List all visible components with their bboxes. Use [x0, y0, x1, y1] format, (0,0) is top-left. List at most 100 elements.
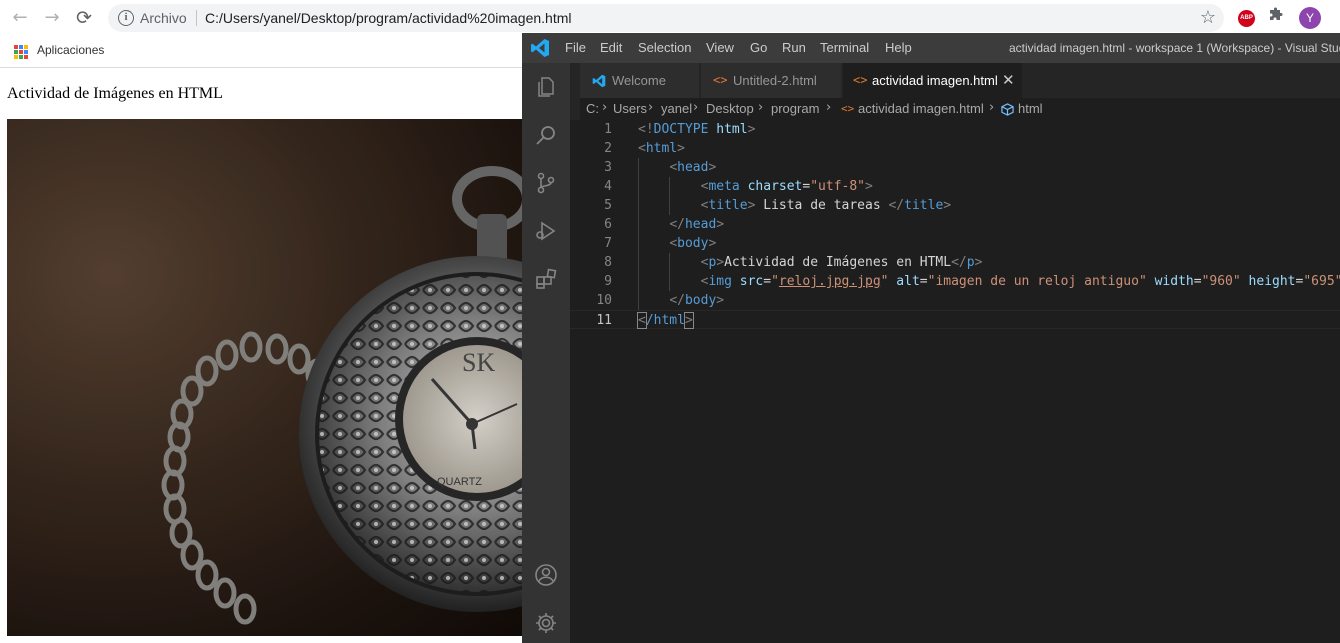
- editor-tabs: Welcome <> Untitled-2.html <> actividad …: [570, 63, 1340, 98]
- address-bar[interactable]: i Archivo C:/Users/yanel/Desktop/program…: [108, 4, 1224, 32]
- omnibox-divider: [196, 10, 197, 26]
- code-text: </head>: [669, 217, 725, 232]
- menu-file[interactable]: File: [565, 40, 586, 55]
- line-number: 1: [604, 122, 612, 137]
- run-debug-icon[interactable]: [534, 219, 558, 243]
- browser-toolbar: ← → ⟳ i Archivo C:/Users/yanel/Desktop/p…: [0, 0, 1340, 36]
- search-icon[interactable]: [534, 123, 558, 147]
- apps-bookmark[interactable]: Aplicaciones: [37, 43, 104, 57]
- tab-actividad-imagen[interactable]: <> actividad imagen.html ✕: [843, 63, 1023, 98]
- html-file-icon: <>: [841, 102, 855, 115]
- line-number: 9: [604, 274, 612, 289]
- vscode-logo-icon: [531, 39, 549, 57]
- source-control-icon[interactable]: [534, 171, 558, 195]
- breadcrumb-separator: ›: [758, 100, 764, 115]
- reload-button[interactable]: ⟳: [72, 7, 96, 29]
- close-icon[interactable]: ✕: [1002, 71, 1015, 89]
- code-line-current: 11 </html>: [570, 310, 1340, 329]
- breadcrumb-item[interactable]: Desktop: [706, 101, 754, 116]
- code-line: 1 <!DOCTYPE html>: [570, 120, 1340, 139]
- code-line: 5 <title> Lista de tareas </title>: [570, 196, 1340, 215]
- menu-view[interactable]: View: [706, 40, 734, 55]
- tab-label: Untitled-2.html: [733, 73, 817, 88]
- extensions-puzzle-icon[interactable]: [1268, 7, 1284, 27]
- code-line: 8 <p>Actividad de Imágenes en HTML</p>: [570, 253, 1340, 272]
- forward-button[interactable]: →: [40, 7, 64, 29]
- pocket-watch-image: SK QUARTZ: [7, 119, 522, 636]
- symbol-element-icon: [1001, 103, 1014, 116]
- vscode-window: File Edit Selection View Go Run Terminal…: [522, 33, 1340, 643]
- breadcrumb-separator: ›: [826, 100, 832, 115]
- code-line: 7 <body>: [570, 234, 1340, 253]
- code-text: </html>: [637, 312, 694, 329]
- tab-label: Welcome: [612, 73, 666, 88]
- menu-terminal[interactable]: Terminal: [820, 40, 869, 55]
- code-line: 10 </body>: [570, 291, 1340, 310]
- breadcrumb-item[interactable]: Users: [613, 101, 647, 116]
- code-text: <p>Actividad de Imágenes en HTML</p>: [700, 255, 983, 270]
- code-line: 6 </head>: [570, 215, 1340, 234]
- adblock-plus-icon[interactable]: ABP: [1238, 10, 1255, 27]
- puzzle-icon: [1270, 7, 1283, 20]
- line-number: 3: [604, 160, 612, 175]
- page-paragraph: Actividad de Imágenes en HTML: [7, 85, 223, 102]
- window-title: actividad imagen.html - workspace 1 (Wor…: [1009, 41, 1340, 55]
- line-number: 10: [596, 293, 612, 308]
- breadcrumb-separator: ›: [602, 100, 608, 115]
- profile-avatar[interactable]: Y: [1299, 7, 1321, 29]
- vscode-titlebar: File Edit Selection View Go Run Terminal…: [522, 33, 1340, 63]
- menu-help[interactable]: Help: [885, 40, 912, 55]
- code-text: <head>: [669, 160, 717, 175]
- code-line: 2 <html>: [570, 139, 1340, 158]
- settings-gear-icon[interactable]: [534, 611, 558, 635]
- breadcrumb-item[interactable]: C:: [586, 101, 599, 116]
- line-number: 4: [604, 179, 612, 194]
- code-editor[interactable]: 1 <!DOCTYPE html> 2 <html> 3 <head> 4 <m…: [570, 120, 1340, 643]
- info-icon[interactable]: i: [118, 10, 134, 26]
- breadcrumb: C: › Users › yanel › Desktop › program ›…: [580, 98, 1340, 120]
- code-line: 4 <meta charset="utf-8">: [570, 177, 1340, 196]
- line-number: 11: [596, 313, 612, 328]
- line-number: 6: [604, 217, 612, 232]
- vscode-welcome-icon: [592, 74, 606, 88]
- html-file-icon: <>: [853, 73, 868, 87]
- breadcrumb-separator: ›: [989, 100, 995, 115]
- tab-welcome[interactable]: Welcome: [580, 63, 700, 98]
- back-button[interactable]: ←: [8, 7, 32, 29]
- breadcrumb-item[interactable]: program: [771, 101, 819, 116]
- activity-bar: [522, 63, 570, 643]
- extensions-icon[interactable]: [534, 267, 558, 291]
- tab-label: actividad imagen.html: [872, 73, 998, 88]
- code-text: <!DOCTYPE html>: [638, 122, 756, 137]
- bookmark-star-icon[interactable]: ☆: [1200, 7, 1216, 28]
- code-text: <img src="reloj.jpg.jpg" alt="imagen de …: [700, 274, 1340, 289]
- line-number: 7: [604, 236, 612, 251]
- menu-selection[interactable]: Selection: [638, 40, 691, 55]
- menu-edit[interactable]: Edit: [600, 40, 622, 55]
- code-text: <title> Lista de tareas </title>: [700, 198, 952, 213]
- tab-untitled-2[interactable]: <> Untitled-2.html: [701, 63, 842, 98]
- breadcrumb-file[interactable]: actividad imagen.html: [858, 101, 984, 116]
- pocket-watch-illustration: SK QUARTZ: [7, 119, 522, 636]
- html-file-icon: <>: [713, 73, 728, 87]
- breadcrumb-separator: ›: [693, 100, 699, 115]
- url-text[interactable]: C:/Users/yanel/Desktop/program/actividad…: [205, 10, 572, 26]
- code-text: </body>: [669, 293, 725, 308]
- code-text: <body>: [669, 236, 717, 251]
- breadcrumb-separator: ›: [648, 100, 654, 115]
- menu-run[interactable]: Run: [782, 40, 806, 55]
- line-number: 5: [604, 198, 612, 213]
- explorer-icon[interactable]: [534, 75, 558, 99]
- line-number: 2: [604, 141, 612, 156]
- line-number: 8: [604, 255, 612, 270]
- code-line: 3 <head>: [570, 158, 1340, 177]
- accounts-icon[interactable]: [534, 563, 558, 587]
- code-text: <meta charset="utf-8">: [700, 179, 873, 194]
- security-label[interactable]: Archivo: [140, 10, 187, 26]
- code-text: <html>: [638, 141, 685, 156]
- page-content: Actividad de Imágenes en HTML SK QUARTZ: [0, 69, 522, 643]
- apps-grid-icon[interactable]: [14, 45, 28, 59]
- breadcrumb-item[interactable]: yanel: [661, 101, 692, 116]
- menu-go[interactable]: Go: [750, 40, 767, 55]
- breadcrumb-symbol[interactable]: html: [1018, 101, 1043, 116]
